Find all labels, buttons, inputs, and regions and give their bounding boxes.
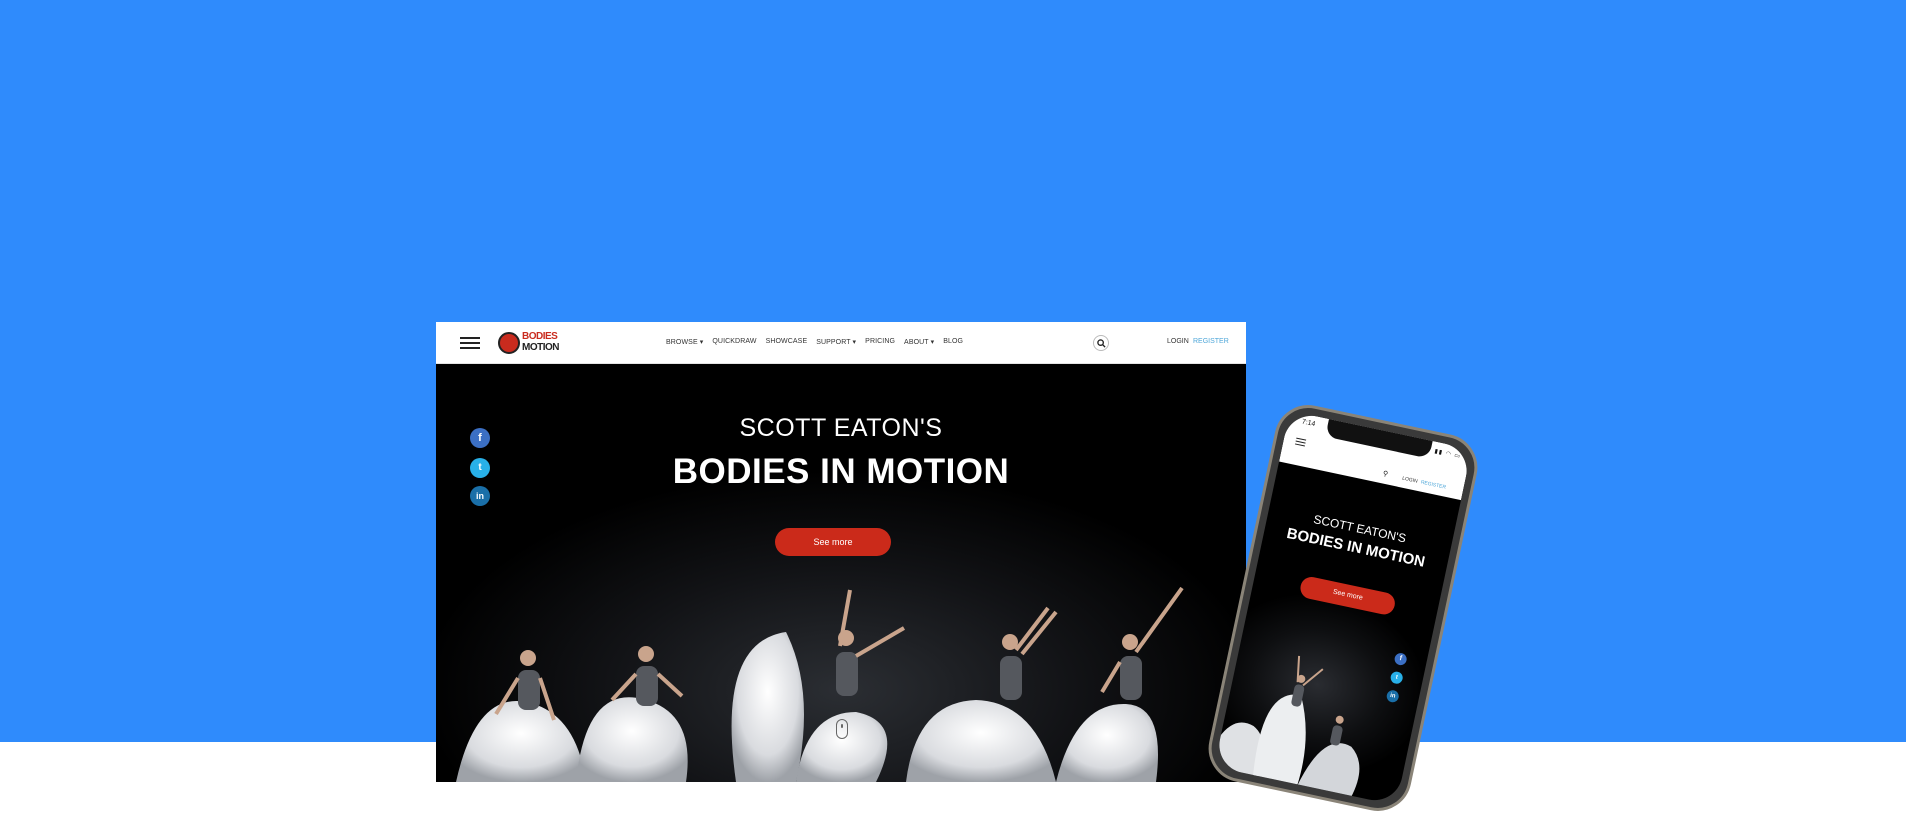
linkedin-icon[interactable]: in bbox=[470, 486, 490, 506]
twitter-icon[interactable]: t bbox=[470, 458, 490, 478]
hamburger-menu-icon[interactable] bbox=[460, 337, 480, 349]
phone-dancers-image bbox=[1214, 655, 1360, 798]
logo-text-top: BODIES bbox=[522, 331, 558, 342]
menu-item-quickdraw[interactable]: QUICKDRAW bbox=[712, 338, 756, 346]
phone-login-link[interactable]: LOGIN bbox=[1402, 476, 1418, 485]
dancers-image bbox=[456, 586, 1184, 782]
menu-item-showcase[interactable]: SHOWCASE bbox=[766, 338, 808, 346]
phone-hamburger-icon[interactable] bbox=[1294, 437, 1307, 447]
phone-register-link[interactable]: REGISTER bbox=[1420, 479, 1446, 490]
menu-item-about[interactable]: ABOUT ▾ bbox=[904, 338, 934, 346]
login-link[interactable]: LOGIN bbox=[1167, 338, 1189, 345]
menu-item-support[interactable]: SUPPORT ▾ bbox=[816, 338, 856, 346]
search-icon bbox=[1097, 339, 1106, 348]
register-link[interactable]: REGISTER bbox=[1193, 338, 1229, 345]
brand-logo[interactable]: BODIES MOTION bbox=[498, 330, 560, 356]
main-menu: BROWSE ▾ QUICKDRAW SHOWCASE SUPPORT ▾ PR… bbox=[666, 338, 963, 346]
hero-section: SCOTT EATON'S BODIES IN MOTION See more … bbox=[436, 364, 1246, 782]
phone-status-time: 7:14 bbox=[1301, 418, 1316, 429]
menu-item-browse[interactable]: BROWSE ▾ bbox=[666, 338, 703, 346]
phone-facebook-icon[interactable]: f bbox=[1393, 651, 1408, 667]
hero-pretitle: SCOTT EATON'S bbox=[739, 414, 943, 442]
menu-item-blog[interactable]: BLOG bbox=[943, 338, 963, 346]
search-button[interactable] bbox=[1093, 335, 1109, 351]
see-more-button[interactable]: See more bbox=[775, 528, 891, 556]
phone-status-icons: ▮▮ ◠ ▭ bbox=[1433, 448, 1462, 461]
logo-text-bottom: MOTION bbox=[522, 342, 560, 353]
scroll-mouse-icon[interactable] bbox=[836, 719, 848, 739]
logo-mark-icon bbox=[498, 332, 520, 354]
hero-title: BODIES IN MOTION bbox=[672, 452, 1010, 491]
desktop-mockup: BODIES MOTION BROWSE ▾ QUICKDRAW SHOWCAS… bbox=[436, 322, 1246, 782]
desktop-navbar: BODIES MOTION BROWSE ▾ QUICKDRAW SHOWCAS… bbox=[436, 322, 1246, 364]
facebook-icon[interactable]: f bbox=[470, 428, 490, 448]
phone-search-icon[interactable]: ⚲ bbox=[1382, 469, 1389, 478]
phone-see-more-button[interactable]: See more bbox=[1298, 574, 1397, 617]
menu-item-pricing[interactable]: PRICING bbox=[865, 338, 895, 346]
